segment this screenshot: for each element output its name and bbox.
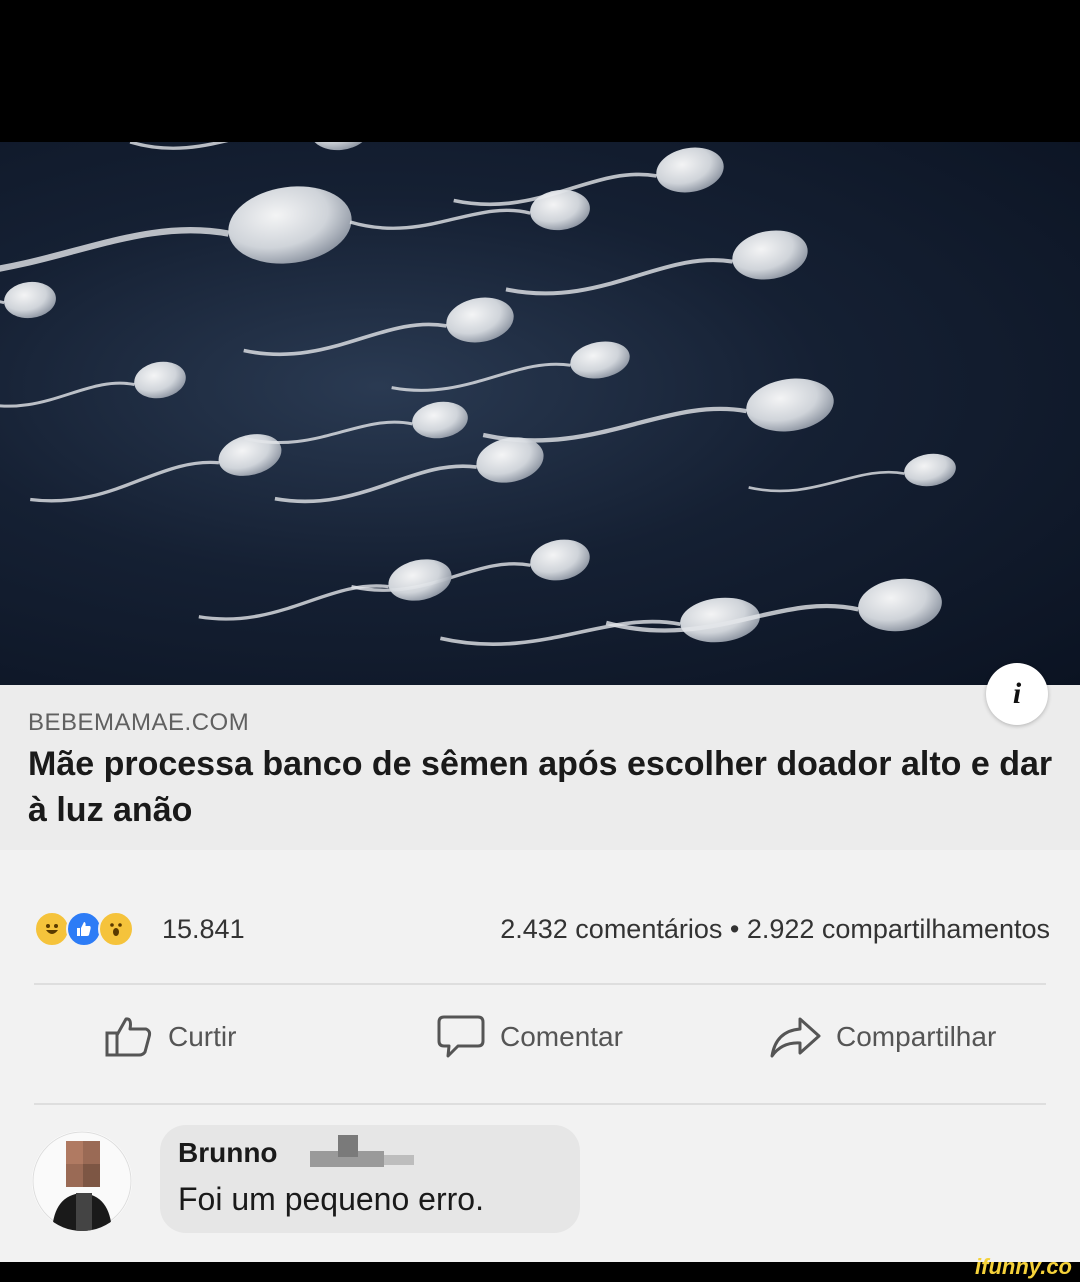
- like-button[interactable]: Curtir: [104, 1007, 236, 1067]
- like-icon: [66, 911, 102, 947]
- avatar[interactable]: [32, 1131, 132, 1231]
- post-actions: Curtir Comentar Compartilhar: [0, 1007, 1080, 1067]
- ifunny-watermark: ifunny.co: [975, 1254, 1072, 1279]
- top-black-bar: [0, 0, 1080, 142]
- like-label: Curtir: [168, 1021, 237, 1052]
- divider: [34, 1103, 1046, 1105]
- share-label: Compartilhar: [836, 1021, 997, 1052]
- reaction-count[interactable]: 15.841: [162, 911, 245, 947]
- divider: [34, 983, 1046, 985]
- info-icon[interactable]: i: [986, 663, 1048, 725]
- post-card: i BEBEMAMAE.COM Mãe processa banco de sê…: [0, 663, 1080, 1262]
- link-preview-box[interactable]: i BEBEMAMAE.COM Mãe processa banco de sê…: [0, 663, 1080, 850]
- censored-name-block: [310, 1135, 414, 1167]
- comments-shares-count[interactable]: 2.432 comentários • 2.922 compartilhamen…: [500, 911, 1050, 947]
- link-headline[interactable]: Mãe processa banco de sêmen após escolhe…: [28, 741, 1058, 833]
- haha-icon: [34, 911, 70, 947]
- post-stats: 15.841 2.432 comentários • 2.922 compart…: [0, 907, 1080, 957]
- comment-author[interactable]: Brunno: [178, 1137, 278, 1169]
- comment-label: Comentar: [500, 1021, 623, 1052]
- comment-item: Brunno Foi um pequeno erro.: [0, 1117, 1080, 1237]
- sperm-illustration: [0, 142, 956, 647]
- reaction-icons[interactable]: [34, 911, 134, 947]
- share-button[interactable]: Compartilhar: [768, 1007, 996, 1067]
- comment-button[interactable]: Comentar: [436, 1007, 623, 1067]
- thumbs-up-icon: [105, 1017, 152, 1057]
- share-arrow-icon: [770, 1017, 821, 1058]
- link-domain: BEBEMAMAE.COM: [28, 709, 250, 736]
- link-preview-image[interactable]: [0, 142, 1080, 685]
- comment-bubble-icon: [437, 1015, 485, 1058]
- comment-text: Foi um pequeno erro.: [178, 1181, 484, 1217]
- wow-icon: [98, 911, 134, 947]
- bottom-black-bar: [0, 1262, 1080, 1282]
